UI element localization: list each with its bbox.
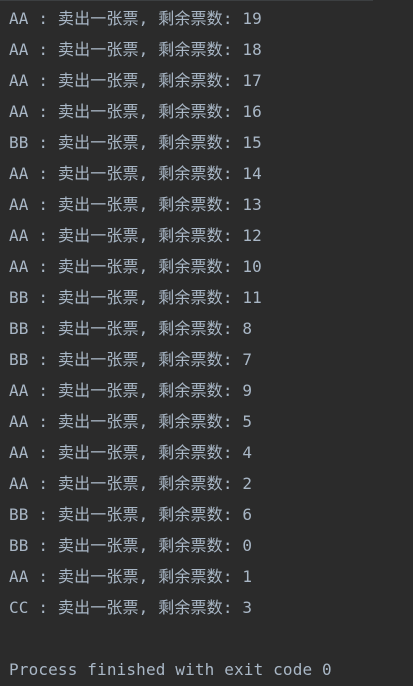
console-line: CC : 卖出一张票, 剩余票数: 3 <box>9 598 253 617</box>
console-line: AA : 卖出一张票, 剩余票数: 2 <box>9 474 253 493</box>
console-line: BB : 卖出一张票, 剩余票数: 8 <box>9 319 253 338</box>
exit-message: Process finished with exit code 0 <box>9 660 332 679</box>
console-output[interactable]: AA : 卖出一张票, 剩余票数: 19 AA : 卖出一张票, 剩余票数: 1… <box>9 3 413 686</box>
console-line: BB : 卖出一张票, 剩余票数: 11 <box>9 288 262 307</box>
console-line: BB : 卖出一张票, 剩余票数: 7 <box>9 350 253 369</box>
console-line: AA : 卖出一张票, 剩余票数: 10 <box>9 257 262 276</box>
console-line: AA : 卖出一张票, 剩余票数: 18 <box>9 40 262 59</box>
console-line: AA : 卖出一张票, 剩余票数: 1 <box>9 567 253 586</box>
console-line: AA : 卖出一张票, 剩余票数: 4 <box>9 443 253 462</box>
console-line: BB : 卖出一张票, 剩余票数: 0 <box>9 536 253 555</box>
console-line: AA : 卖出一张票, 剩余票数: 14 <box>9 164 262 183</box>
console-line: BB : 卖出一张票, 剩余票数: 15 <box>9 133 262 152</box>
console-line: AA : 卖出一张票, 剩余票数: 5 <box>9 412 253 431</box>
console-line: AA : 卖出一张票, 剩余票数: 12 <box>9 226 262 245</box>
console-line: AA : 卖出一张票, 剩余票数: 13 <box>9 195 262 214</box>
console-line: AA : 卖出一张票, 剩余票数: 16 <box>9 102 262 121</box>
console-line: AA : 卖出一张票, 剩余票数: 19 <box>9 9 262 28</box>
console-line: AA : 卖出一张票, 剩余票数: 17 <box>9 71 262 90</box>
top-divider <box>0 0 373 1</box>
console-line: AA : 卖出一张票, 剩余票数: 9 <box>9 381 253 400</box>
console-line: BB : 卖出一张票, 剩余票数: 6 <box>9 505 253 524</box>
